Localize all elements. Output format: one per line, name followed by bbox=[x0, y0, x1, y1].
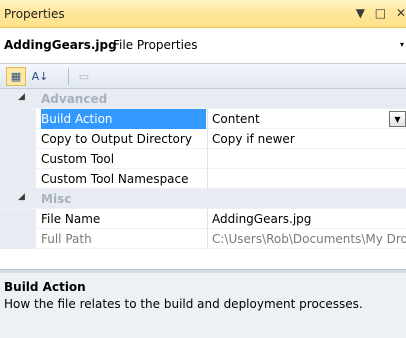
chevron-down-icon: ▼ bbox=[394, 114, 401, 124]
row-gutter bbox=[0, 149, 36, 169]
description-panel: Build Action How the file relates to the… bbox=[0, 273, 406, 338]
dropdown-button[interactable]: ▼ bbox=[389, 111, 406, 127]
object-selector[interactable]: AddingGears.jpg File Properties ▾ bbox=[0, 28, 406, 64]
property-row-custom-tool[interactable]: Custom Tool bbox=[0, 149, 406, 169]
category-label: Advanced bbox=[41, 92, 108, 106]
property-value-text: Content bbox=[212, 112, 260, 126]
alphabetical-button[interactable]: A↓ bbox=[30, 67, 50, 86]
property-name[interactable]: Custom Tool bbox=[41, 152, 206, 166]
object-name: AddingGears.jpg bbox=[4, 38, 117, 52]
maximize-icon[interactable]: □ bbox=[375, 6, 386, 20]
property-row-custom-tool-namespace[interactable]: Custom Tool Namespace bbox=[0, 169, 406, 189]
property-pages-button[interactable]: ▭ bbox=[74, 67, 94, 86]
row-gutter bbox=[0, 209, 36, 229]
properties-window-titlebar[interactable]: Properties ▼ □ ✕ bbox=[0, 0, 406, 28]
window-controls: ▼ □ ✕ bbox=[350, 6, 406, 20]
categorized-icon: ▦ bbox=[10, 70, 22, 83]
window-title: Properties bbox=[4, 7, 65, 21]
property-row-full-path[interactable]: Full Path C:\Users\Rob\Documents\My Dro bbox=[0, 229, 406, 249]
property-row-copy-to-output[interactable]: Copy to Output Directory Copy if newer bbox=[0, 129, 406, 149]
property-name[interactable]: Custom Tool Namespace bbox=[41, 172, 206, 186]
alphabetical-icon: A↓ bbox=[31, 70, 49, 83]
property-value[interactable] bbox=[207, 169, 406, 189]
chevron-down-icon[interactable]: ▾ bbox=[400, 40, 404, 49]
row-gutter bbox=[0, 229, 36, 249]
collapse-icon[interactable]: ◢ bbox=[18, 92, 25, 102]
category-advanced[interactable]: ◢ Advanced bbox=[0, 89, 406, 109]
property-row-build-action[interactable]: Build Action Content ▼ bbox=[0, 109, 406, 129]
property-name[interactable]: Copy to Output Directory bbox=[41, 132, 206, 146]
property-pages-icon: ▭ bbox=[78, 70, 90, 83]
description-title: Build Action bbox=[4, 280, 86, 294]
property-name[interactable]: Build Action bbox=[41, 109, 206, 129]
property-name[interactable]: File Name bbox=[41, 212, 206, 226]
row-gutter bbox=[0, 129, 36, 149]
description-text: How the file relates to the build and de… bbox=[4, 297, 363, 311]
property-name[interactable]: Full Path bbox=[41, 232, 206, 246]
row-gutter bbox=[0, 109, 36, 129]
grid-empty-area bbox=[0, 255, 406, 269]
category-label: Misc bbox=[41, 192, 72, 206]
properties-toolbar: ▦ A↓ ▭ bbox=[0, 64, 406, 89]
property-value[interactable]: AddingGears.jpg bbox=[207, 209, 406, 229]
object-type: File Properties bbox=[113, 38, 198, 52]
property-grid: ◢ Advanced Build Action Content ▼ Copy t… bbox=[0, 89, 406, 249]
categorized-button[interactable]: ▦ bbox=[6, 67, 26, 86]
property-value[interactable]: Copy if newer bbox=[207, 129, 406, 149]
category-misc[interactable]: ◢ Misc bbox=[0, 189, 406, 209]
close-icon[interactable]: ✕ bbox=[396, 6, 406, 20]
row-gutter bbox=[0, 169, 36, 189]
toolbar-separator bbox=[68, 68, 69, 85]
property-value[interactable]: C:\Users\Rob\Documents\My Dro bbox=[207, 229, 406, 249]
property-value[interactable] bbox=[207, 149, 406, 169]
window-position-dropdown-icon[interactable]: ▼ bbox=[356, 6, 365, 20]
property-row-file-name[interactable]: File Name AddingGears.jpg bbox=[0, 209, 406, 229]
property-value[interactable]: Content ▼ bbox=[207, 109, 406, 129]
collapse-icon[interactable]: ◢ bbox=[18, 192, 25, 202]
